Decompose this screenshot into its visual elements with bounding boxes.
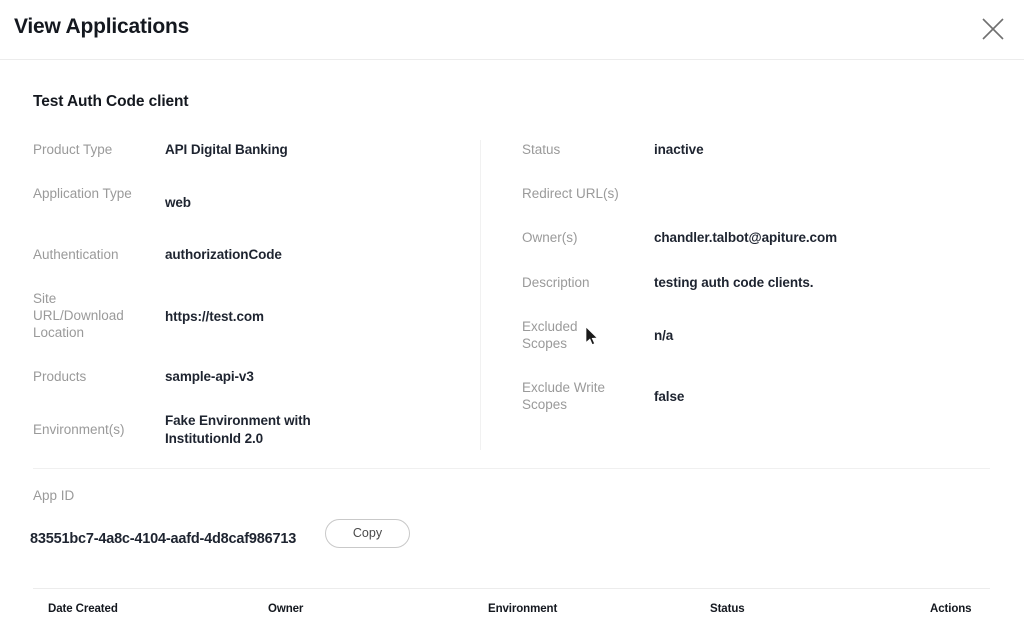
- field-label: Products: [33, 369, 87, 384]
- field-label: Product Type: [33, 142, 113, 157]
- app-id-label: App ID: [33, 488, 75, 503]
- modal-body: Test Auth Code client Product Type API D…: [0, 60, 1024, 624]
- app-id-value: 83551bc7-4a8c-4104-aafd-4d8caf986713: [30, 531, 297, 547]
- table-column-header-owner[interactable]: Owner: [268, 603, 303, 615]
- table-column-header-status[interactable]: Status: [710, 603, 745, 615]
- table-header-row: Date Created Owner Environment Status Ac…: [0, 603, 1024, 624]
- field-label: Application Type: [33, 186, 132, 201]
- field-label: Site URL/Download Location: [33, 291, 124, 340]
- field-label: Description: [522, 275, 590, 290]
- field-label: Authentication: [33, 247, 119, 262]
- column-divider: [480, 140, 481, 450]
- client-name: Test Auth Code client: [33, 93, 189, 110]
- table-column-header-environment[interactable]: Environment: [488, 603, 557, 615]
- field-value: https://test.com: [165, 309, 264, 324]
- field-value: API Digital Banking: [165, 142, 288, 157]
- close-button[interactable]: [974, 10, 1012, 48]
- table-column-header-date-created[interactable]: Date Created: [48, 603, 118, 615]
- field-label: Exclude Write Scopes: [522, 380, 606, 412]
- field-value: n/a: [654, 328, 674, 343]
- copy-button[interactable]: Copy: [325, 519, 410, 548]
- field-label: Redirect URL(s): [522, 186, 619, 201]
- field-label: Environment(s): [33, 422, 125, 437]
- section-divider: [33, 468, 990, 469]
- field-value: false: [654, 389, 685, 404]
- field-label: Status: [522, 142, 561, 157]
- field-value: Fake Environment with InstitutionId 2.0: [165, 413, 311, 446]
- field-value: chandler.talbot@apiture.com: [654, 230, 837, 245]
- field-value: testing auth code clients.: [654, 275, 814, 290]
- field-value: inactive: [654, 142, 704, 157]
- field-value: authorizationCode: [165, 247, 282, 262]
- page-title: View Applications: [14, 15, 190, 38]
- close-icon: [980, 16, 1006, 42]
- details-grid: Product Type API Digital Banking Applica…: [0, 132, 1024, 462]
- field-label: Excluded Scopes: [522, 319, 578, 351]
- field-value: web: [165, 195, 191, 210]
- table-column-header-actions: Actions: [930, 603, 972, 615]
- field-value: sample-api-v3: [165, 369, 254, 384]
- field-label: Owner(s): [522, 230, 578, 245]
- modal-header: View Applications: [0, 0, 1024, 60]
- table-divider: [33, 588, 990, 589]
